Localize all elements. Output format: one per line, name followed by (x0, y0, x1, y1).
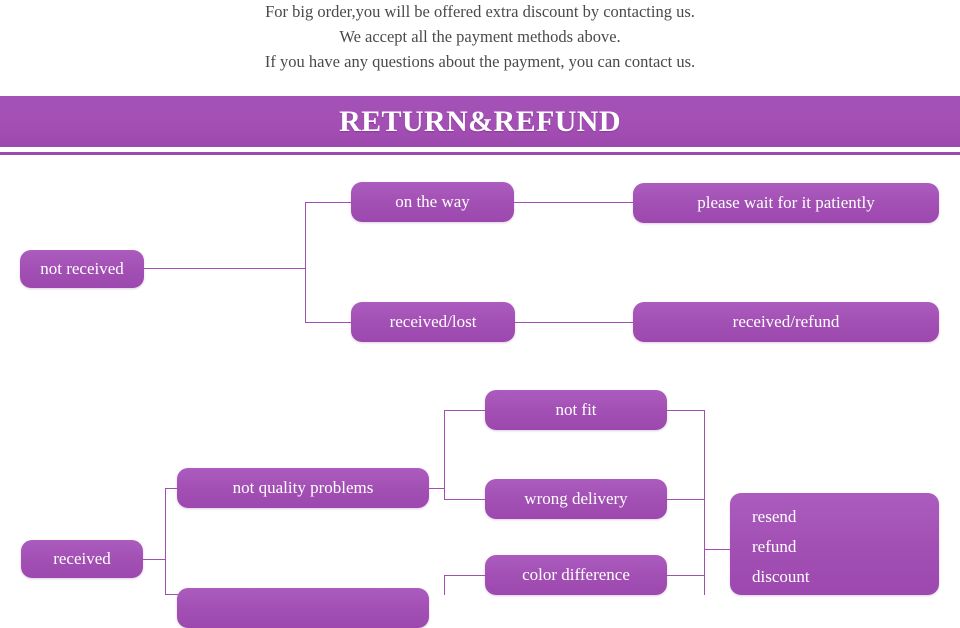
node-received-refund[interactable]: received/refund (633, 302, 939, 342)
connector-collector-to-resolutions (704, 549, 731, 550)
node-not-quality-problems[interactable]: not quality problems (177, 468, 429, 508)
connector-on-the-way-to-please-wait (514, 202, 633, 203)
connector-not-received-to-trunk (144, 268, 305, 269)
connector-not-fit-to-collector (667, 410, 705, 411)
connector-trunk-to-on-the-way (305, 202, 352, 203)
connector-color-difference-to-collector (667, 575, 705, 576)
resolution-resend: resend (752, 507, 797, 526)
node-color-difference[interactable]: color difference (485, 555, 667, 595)
connector-reasons-fanout-vertical (444, 410, 445, 499)
node-quality-problems-partial[interactable] (177, 588, 429, 628)
connector-not-received-trunk-vertical (305, 202, 306, 322)
node-not-fit[interactable]: not fit (485, 390, 667, 430)
connector-trunk-to-received-lost (305, 322, 352, 323)
node-wrong-delivery[interactable]: wrong delivery (485, 479, 667, 519)
connector-not-quality-to-fanout (429, 488, 445, 489)
connector-fanout-to-wrong-delivery (444, 499, 486, 500)
node-resolutions[interactable]: resend refund discount (730, 493, 939, 595)
connector-fanout-to-not-fit (444, 410, 486, 411)
node-please-wait-for-it-patiently[interactable]: please wait for it patiently (633, 183, 939, 223)
node-received-lost[interactable]: received/lost (351, 302, 515, 342)
connector-resolutions-collector-vertical (704, 410, 705, 595)
return-refund-flowchart: not received on the way please wait for … (0, 0, 960, 628)
connector-wrong-delivery-to-collector (667, 499, 705, 500)
node-on-the-way[interactable]: on the way (351, 182, 514, 222)
connector-lower-fanout-vertical (444, 575, 445, 595)
connector-fanout-to-color-difference (444, 575, 486, 576)
connector-received-to-trunk (143, 559, 166, 560)
node-received[interactable]: received (21, 540, 143, 578)
resolution-refund: refund (752, 537, 797, 556)
node-not-received[interactable]: not received (20, 250, 144, 288)
resolution-discount: discount (752, 567, 810, 586)
connector-received-trunk-vertical (165, 488, 166, 595)
connector-received-lost-to-received-refund (515, 322, 633, 323)
